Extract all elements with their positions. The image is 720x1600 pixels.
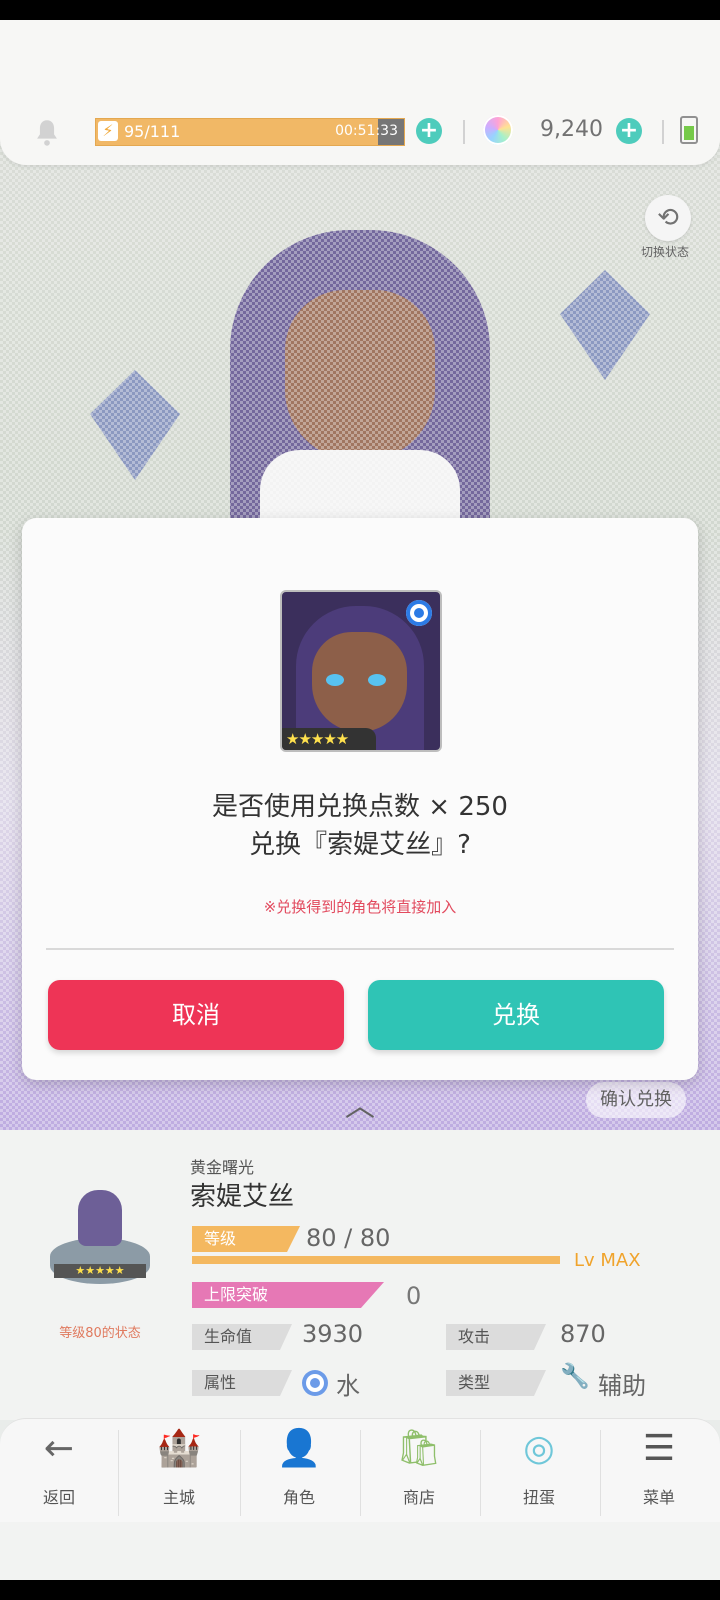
character-portrait: ★★★★★ [280,590,442,752]
cancel-button[interactable]: 取消 [48,980,344,1050]
type-tag: 类型 [446,1370,546,1396]
level-max-label: Lv MAX [574,1250,641,1271]
character-icon: 👤 [276,1428,322,1469]
hp-tag: 生命值 [192,1324,292,1350]
level-progress-bar [192,1256,560,1264]
nav-gacha[interactable]: ◎ 扭蛋 [480,1418,598,1522]
character-subtitle: 黄金曙光 [190,1158,255,1177]
water-attribute-icon [302,1370,328,1396]
nav-back-label: 返回 [42,1488,75,1507]
type-value: 辅助 [598,1372,646,1400]
nav-castle-label: 主城 [162,1488,195,1507]
exchange-note: ※兑换得到的角色将直接加入 [263,898,457,916]
attack-value: 870 [560,1320,606,1348]
castle-icon: 🏰 [156,1428,202,1469]
attribute-value: 水 [336,1372,360,1400]
limit-break-tag: 上限突破 [192,1282,384,1308]
menu-icon: ☰ [642,1428,676,1469]
nav-menu-label: 菜单 [642,1488,675,1507]
exchange-confirm-dialog: ★★★★★ 是否使用兑换点数 × 250 兑换『索媞艾丝』? ※兑换得到的角色将… [22,518,698,1080]
attribute-tag: 属性 [192,1370,292,1396]
gacha-icon: ◎ [523,1428,555,1469]
shop-icon: 🛍 [396,1428,442,1469]
sprite-rarity-stars: ★★★★★ [54,1264,146,1278]
character-sprite: ★★★★★ [44,1186,156,1296]
system-status-bar [0,0,720,20]
exchange-button[interactable]: 兑换 [368,980,664,1050]
question-line-2: 兑换『索媞艾丝』? [249,830,471,860]
wrench-icon: 🔧 [560,1362,590,1390]
nav-character-label: 角色 [282,1488,315,1507]
nav-gacha-label: 扭蛋 [522,1488,555,1507]
character-name: 索媞艾丝 [190,1182,295,1212]
nav-character[interactable]: 👤 角色 [240,1418,358,1522]
divider [46,948,674,950]
question-line-1: 是否使用兑换点数 × 250 [212,792,508,822]
nav-back[interactable]: ← 返回 [0,1418,118,1522]
back-arrow-icon: ← [43,1428,75,1469]
limit-break-value: 0 [406,1282,422,1310]
nav-castle[interactable]: 🏰 主城 [120,1418,238,1522]
level-tag: 等级 [192,1226,300,1252]
rarity-stars: ★★★★★ [282,728,376,750]
attack-tag: 攻击 [446,1324,546,1350]
hp-value: 3930 [302,1320,364,1348]
level-state-label: 等级80的状态 [59,1326,141,1341]
level-value: 80 / 80 [306,1224,391,1252]
nav-shop-label: 商店 [402,1488,435,1507]
nav-menu[interactable]: ☰ 菜单 [600,1418,718,1522]
system-navigation-bar [0,1580,720,1600]
water-element-icon [406,600,432,626]
nav-shop[interactable]: 🛍 商店 [360,1418,478,1522]
